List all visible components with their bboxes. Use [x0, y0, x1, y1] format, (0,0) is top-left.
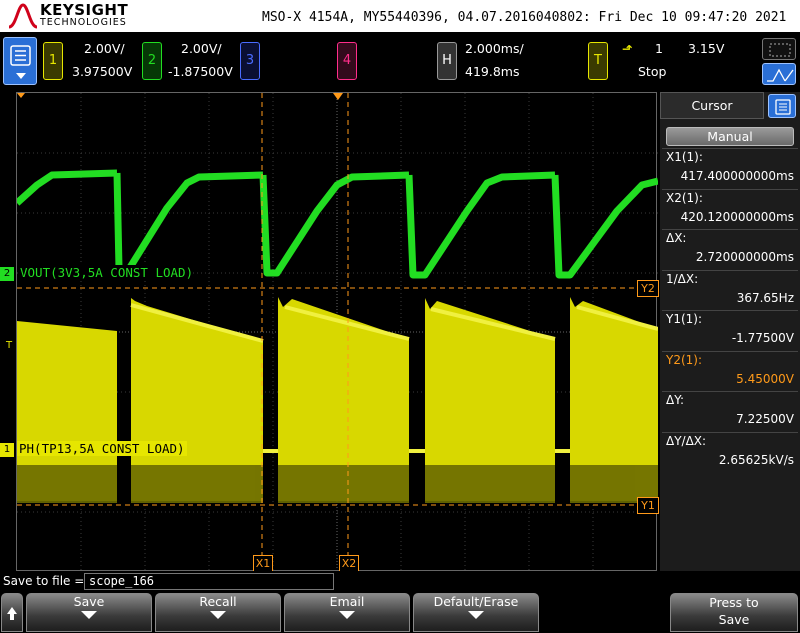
save-to-file-label: Save to file =	[3, 574, 85, 588]
measure-button[interactable]	[762, 63, 796, 85]
softkey-default-erase-label: Default/Erase	[433, 594, 519, 609]
readout-divider	[662, 148, 798, 149]
readout-value: 5.45000V	[736, 371, 794, 386]
readout-value: 367.65Hz	[736, 290, 794, 305]
arrow-down-icon	[81, 611, 97, 619]
timebase: 2.000ms/	[465, 41, 524, 56]
readout-divider	[662, 188, 798, 190]
softkey-back-button[interactable]	[1, 593, 23, 632]
filename-field[interactable]: scope_166	[84, 573, 334, 590]
channel-2-trace	[17, 169, 658, 279]
arrow-up-icon	[7, 607, 17, 620]
left-marker-icon	[17, 93, 25, 98]
trigger-button[interactable]: T	[588, 42, 608, 80]
run-status: Stop	[638, 64, 667, 79]
softkey-email[interactable]: Email	[284, 593, 410, 632]
device-title: MSO-X 4154A, MY55440396, 04.07.201604080…	[262, 10, 787, 25]
channel-4-button[interactable]: 4	[337, 42, 357, 80]
status-bar: 1 2.00V/ 3.97500V 2 2.00V/ -1.87500V 3 4…	[0, 32, 800, 92]
cursor-panel: Cursor Manual X1(1): 417.400000000ms X2(1)…	[660, 92, 800, 571]
y1-cursor-tag[interactable]: Y1	[637, 497, 659, 514]
arrow-down-icon	[210, 611, 226, 619]
trigger-level: 3.15V	[688, 41, 725, 56]
readout-divider	[662, 431, 798, 433]
cursor-panel-title[interactable]: Cursor	[660, 92, 764, 119]
zoom-button[interactable]	[762, 38, 796, 60]
channel-1-label: PH(TP13,5A CONST LOAD)	[17, 441, 187, 456]
arrow-down-icon	[339, 611, 355, 619]
press-to-save-line2: Save	[718, 612, 750, 627]
softkey-save-label: Save	[73, 594, 105, 609]
channel-2-scale: 2.00V/	[181, 41, 222, 56]
channel-1-scale: 2.00V/	[84, 41, 125, 56]
softkey-bar: Save to file = scope_166 Save Recall Ema…	[0, 571, 800, 632]
waveform-display[interactable]: VOUT(3V3,5A CONST LOAD) PH(TP13,5A CONST…	[16, 92, 659, 573]
readout-divider	[662, 310, 798, 311]
softkey-recall[interactable]: Recall	[155, 593, 281, 632]
press-to-save-button[interactable]: Press to Save	[670, 593, 798, 632]
readout-label: ΔY:	[666, 393, 684, 407]
readout-value: 2.65625kV/s	[718, 452, 794, 467]
horizontal-position: 419.8ms	[465, 64, 520, 79]
softkey-default-erase[interactable]: Default/Erase	[413, 593, 539, 632]
trigger-edge-icon: ⬏	[622, 41, 633, 56]
keysight-wave-icon	[8, 3, 38, 29]
press-to-save-line1: Press to	[709, 595, 759, 610]
readout-label: Y1(1):	[666, 312, 703, 326]
readout-value: 2.720000000ms	[695, 250, 794, 264]
trigger-position-icon	[333, 93, 343, 100]
channel-2-button[interactable]: 2	[142, 42, 162, 80]
horizontal-button[interactable]: H	[437, 42, 457, 80]
channel-2-ground-marker[interactable]: 2	[0, 267, 14, 281]
channel-1-button[interactable]: 1	[43, 42, 63, 80]
readout-label: Y2(1):	[666, 352, 703, 367]
readout-label: X1(1):	[666, 150, 703, 164]
channel-3-button[interactable]: 3	[240, 42, 260, 80]
readout-value: 417.400000000ms	[680, 169, 794, 183]
panel-menu-button[interactable]	[768, 94, 796, 118]
menu-icon	[775, 99, 791, 115]
delta-measure-icon	[767, 68, 794, 82]
readout-label: ΔY/ΔX:	[666, 433, 707, 448]
channel-1-offset: 3.97500V	[72, 64, 133, 79]
softkey-save[interactable]: Save	[26, 593, 152, 632]
y2-cursor-tag[interactable]: Y2	[637, 280, 659, 297]
readout-value: 7.22500V	[736, 412, 794, 426]
readout-divider	[662, 229, 798, 230]
channel-1-ground-marker[interactable]: 1	[0, 443, 14, 457]
readout-label: ΔX:	[666, 231, 687, 245]
readout-value: 420.120000000ms	[680, 209, 794, 224]
main-menu-button[interactable]	[3, 37, 37, 85]
softkey-email-label: Email	[329, 594, 365, 609]
arrow-down-icon	[468, 611, 484, 619]
readout-divider	[662, 350, 798, 352]
trigger-level-marker[interactable]: T	[6, 340, 12, 351]
channel-2-offset: -1.87500V	[168, 64, 233, 79]
readout-divider	[662, 269, 798, 271]
menu-icon	[10, 45, 31, 79]
channel-2-label: VOUT(3V3,5A CONST LOAD)	[20, 265, 194, 280]
readout-label: 1/ΔX:	[666, 271, 699, 286]
readout-divider	[662, 391, 798, 392]
title-bar: KEYSIGHT TECHNOLOGIES MSO-X 4154A, MY554…	[0, 0, 800, 32]
zoom-icon	[769, 43, 791, 57]
readout-label: X2(1):	[666, 190, 703, 205]
brand-subtitle: TECHNOLOGIES	[40, 17, 127, 28]
waveform-canvas	[17, 93, 658, 572]
readout-value: -1.77500V	[731, 331, 794, 345]
softkey-recall-label: Recall	[199, 594, 237, 609]
trigger-source: 1	[655, 41, 663, 56]
cursor-mode-button[interactable]: Manual	[666, 127, 794, 146]
